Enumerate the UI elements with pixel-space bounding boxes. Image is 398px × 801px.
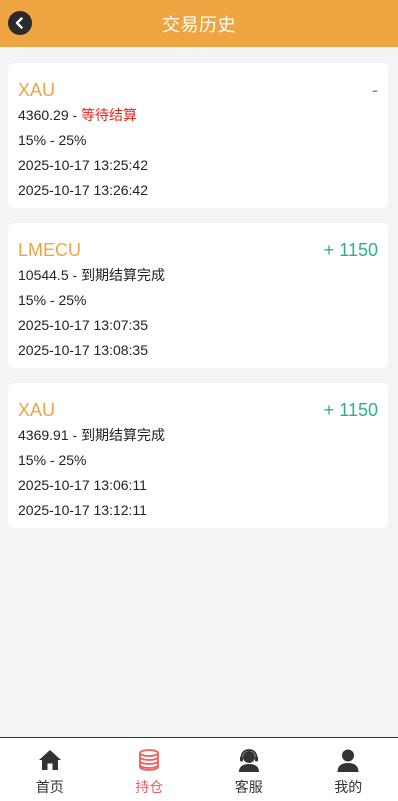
tab-home[interactable]: 首页 [0,738,100,801]
trade-symbol: XAU [18,399,56,420]
chevron-left-icon [15,17,23,29]
trade-price-status: 4360.29 - 等待结算 [18,104,378,126]
trade-range: 15% - 25% [18,132,87,148]
tab-holdings[interactable]: 持仓 [100,738,200,801]
trade-status: 等待结算 [81,107,138,123]
top-bar: 交易历史 [0,0,398,47]
trade-result: - [372,79,378,100]
trade-price: 10544.5 [18,267,69,283]
trade-card[interactable]: XAU - 4360.29 - 等待结算 15% - 25% 2025-10-1… [8,63,388,208]
trade-status: 到期结算完成 [81,267,166,283]
trade-status: 到期结算完成 [81,427,166,443]
trade-price-status: 4369.91 - 到期结算完成 [18,424,378,446]
coins-icon [139,749,160,771]
trade-price: 4369.91 [18,427,69,443]
back-button[interactable] [8,11,32,35]
home-icon [38,750,61,770]
user-icon [337,749,359,772]
trade-card[interactable]: XAU + 1150 4369.91 - 到期结算完成 15% - 25% 20… [8,383,388,528]
tab-label: 我的 [334,779,363,795]
trade-open-time: 2025-10-17 13:25:42 [18,157,148,173]
trade-range: 15% - 25% [18,452,87,468]
tab-label: 客服 [234,779,263,795]
trade-result: + 1150 [323,239,378,260]
tab-support[interactable]: 客服 [199,738,299,801]
trade-close-time: 2025-10-17 13:26:42 [18,182,148,198]
trade-history-list: XAU - 4360.29 - 等待结算 15% - 25% 2025-10-1… [8,63,388,543]
trade-price-status: 10544.5 - 到期结算完成 [18,264,378,286]
separator: - [68,267,82,283]
tab-label: 持仓 [135,779,164,795]
trade-card[interactable]: LMECU + 1150 10544.5 - 到期结算完成 15% - 25% … [8,223,388,368]
trade-symbol: LMECU [18,239,82,260]
separator: - [68,107,82,123]
tab-label: 首页 [35,779,64,795]
trade-close-time: 2025-10-17 13:12:11 [18,502,147,518]
separator: - [68,427,82,443]
trade-open-time: 2025-10-17 13:07:35 [18,317,148,333]
trade-price: 4360.29 [18,107,69,123]
trade-close-time: 2025-10-17 13:08:35 [18,342,148,358]
page-title: 交易历史 [162,14,236,35]
trade-result: + 1150 [323,399,378,420]
tab-profile[interactable]: 我的 [299,738,398,801]
trade-symbol: XAU [18,79,56,100]
bottom-tab-bar: 首页 持仓 客服 我的 [0,737,398,801]
support-icon [238,749,259,772]
trade-open-time: 2025-10-17 13:06:11 [18,477,147,493]
trade-range: 15% - 25% [18,292,87,308]
